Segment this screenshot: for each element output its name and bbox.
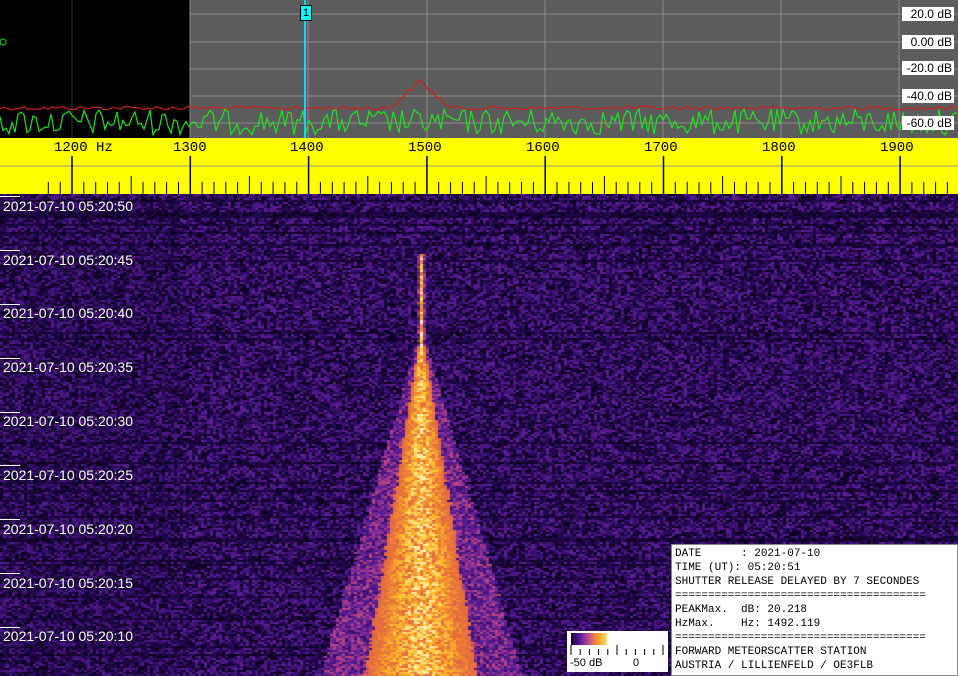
timestamp-label: 2021-07-10 05:20:30 [3, 413, 133, 429]
info-peak-db: PEAKMax. dB: 20.218 [675, 604, 808, 616]
db-label-minus40: -40.0 dB [902, 89, 954, 103]
timestamp-label: 2021-07-10 05:20:45 [3, 252, 133, 268]
freq-label-1400: 1400 [290, 140, 324, 156]
frequency-ruler[interactable]: 1200 Hz 1300 1400 1500 1600 1700 1800 19… [0, 138, 958, 194]
freq-label-1900: 1900 [880, 140, 914, 156]
freq-label-1500: 1500 [408, 140, 442, 156]
timestamp-label: 2021-07-10 05:20:25 [3, 467, 133, 483]
info-station-name: FORWARD METEORSCATTER STATION [675, 646, 867, 658]
info-peak-hz: HzMax. Hz: 1492.119 [675, 618, 821, 630]
info-station-location: AUSTRIA / LILLIENFELD / OE3FLB [675, 660, 874, 672]
timestamp-label: 2021-07-10 05:20:15 [3, 575, 133, 591]
timestamp-tick [0, 573, 20, 574]
timestamp-label: 2021-07-10 05:20:40 [3, 305, 133, 321]
color-scale-max-label: 0 [633, 657, 640, 669]
timestamp-label: 2021-07-10 05:20:35 [3, 359, 133, 375]
station-info-box: DATE : 2021-07-10 TIME (UT): 05:20:51 SH… [671, 544, 958, 676]
info-separator: ====================================== [675, 632, 926, 644]
spectrum-panel[interactable]: 1 20.0 dB 0.00 dB -20.0 dB -40.0 dB -60.… [0, 0, 958, 138]
timestamp-tick [0, 465, 20, 466]
freq-label-1600: 1600 [526, 140, 560, 156]
timestamp-tick [0, 250, 20, 251]
spectrum-plot[interactable] [0, 0, 958, 138]
freq-label-1300: 1300 [173, 140, 207, 156]
info-separator: ====================================== [675, 590, 926, 602]
db-label-20: 20.0 dB [902, 7, 954, 21]
info-shutter: SHUTTER RELEASE DELAYED BY 7 SECONDES [675, 576, 920, 588]
freq-label-1200: 1200 Hz [54, 140, 113, 156]
db-label-minus60: -60.0 dB [902, 116, 954, 130]
db-label-minus20: -20.0 dB [902, 61, 954, 75]
freq-label-1700: 1700 [644, 140, 678, 156]
info-date: DATE : 2021-07-10 [675, 548, 821, 560]
color-scale-bar [571, 633, 607, 645]
info-time: TIME (UT): 05:20:51 [675, 562, 801, 574]
timestamp-label: 2021-07-10 05:20:20 [3, 521, 133, 537]
freq-label-1800: 1800 [762, 140, 796, 156]
timestamp-tick [0, 196, 20, 197]
timestamp-label: 2021-07-10 05:20:10 [3, 628, 133, 644]
ruler-ticks [0, 156, 958, 194]
timestamp-tick [0, 519, 20, 520]
marker-tag[interactable]: 1 [300, 5, 312, 21]
color-scale-legend: -50 dB 0 [567, 631, 668, 672]
timestamp-label: 2021-07-10 05:20:50 [3, 198, 133, 214]
db-label-0: 0.00 dB [902, 35, 954, 49]
color-scale-min-label: -50 dB [570, 657, 603, 669]
